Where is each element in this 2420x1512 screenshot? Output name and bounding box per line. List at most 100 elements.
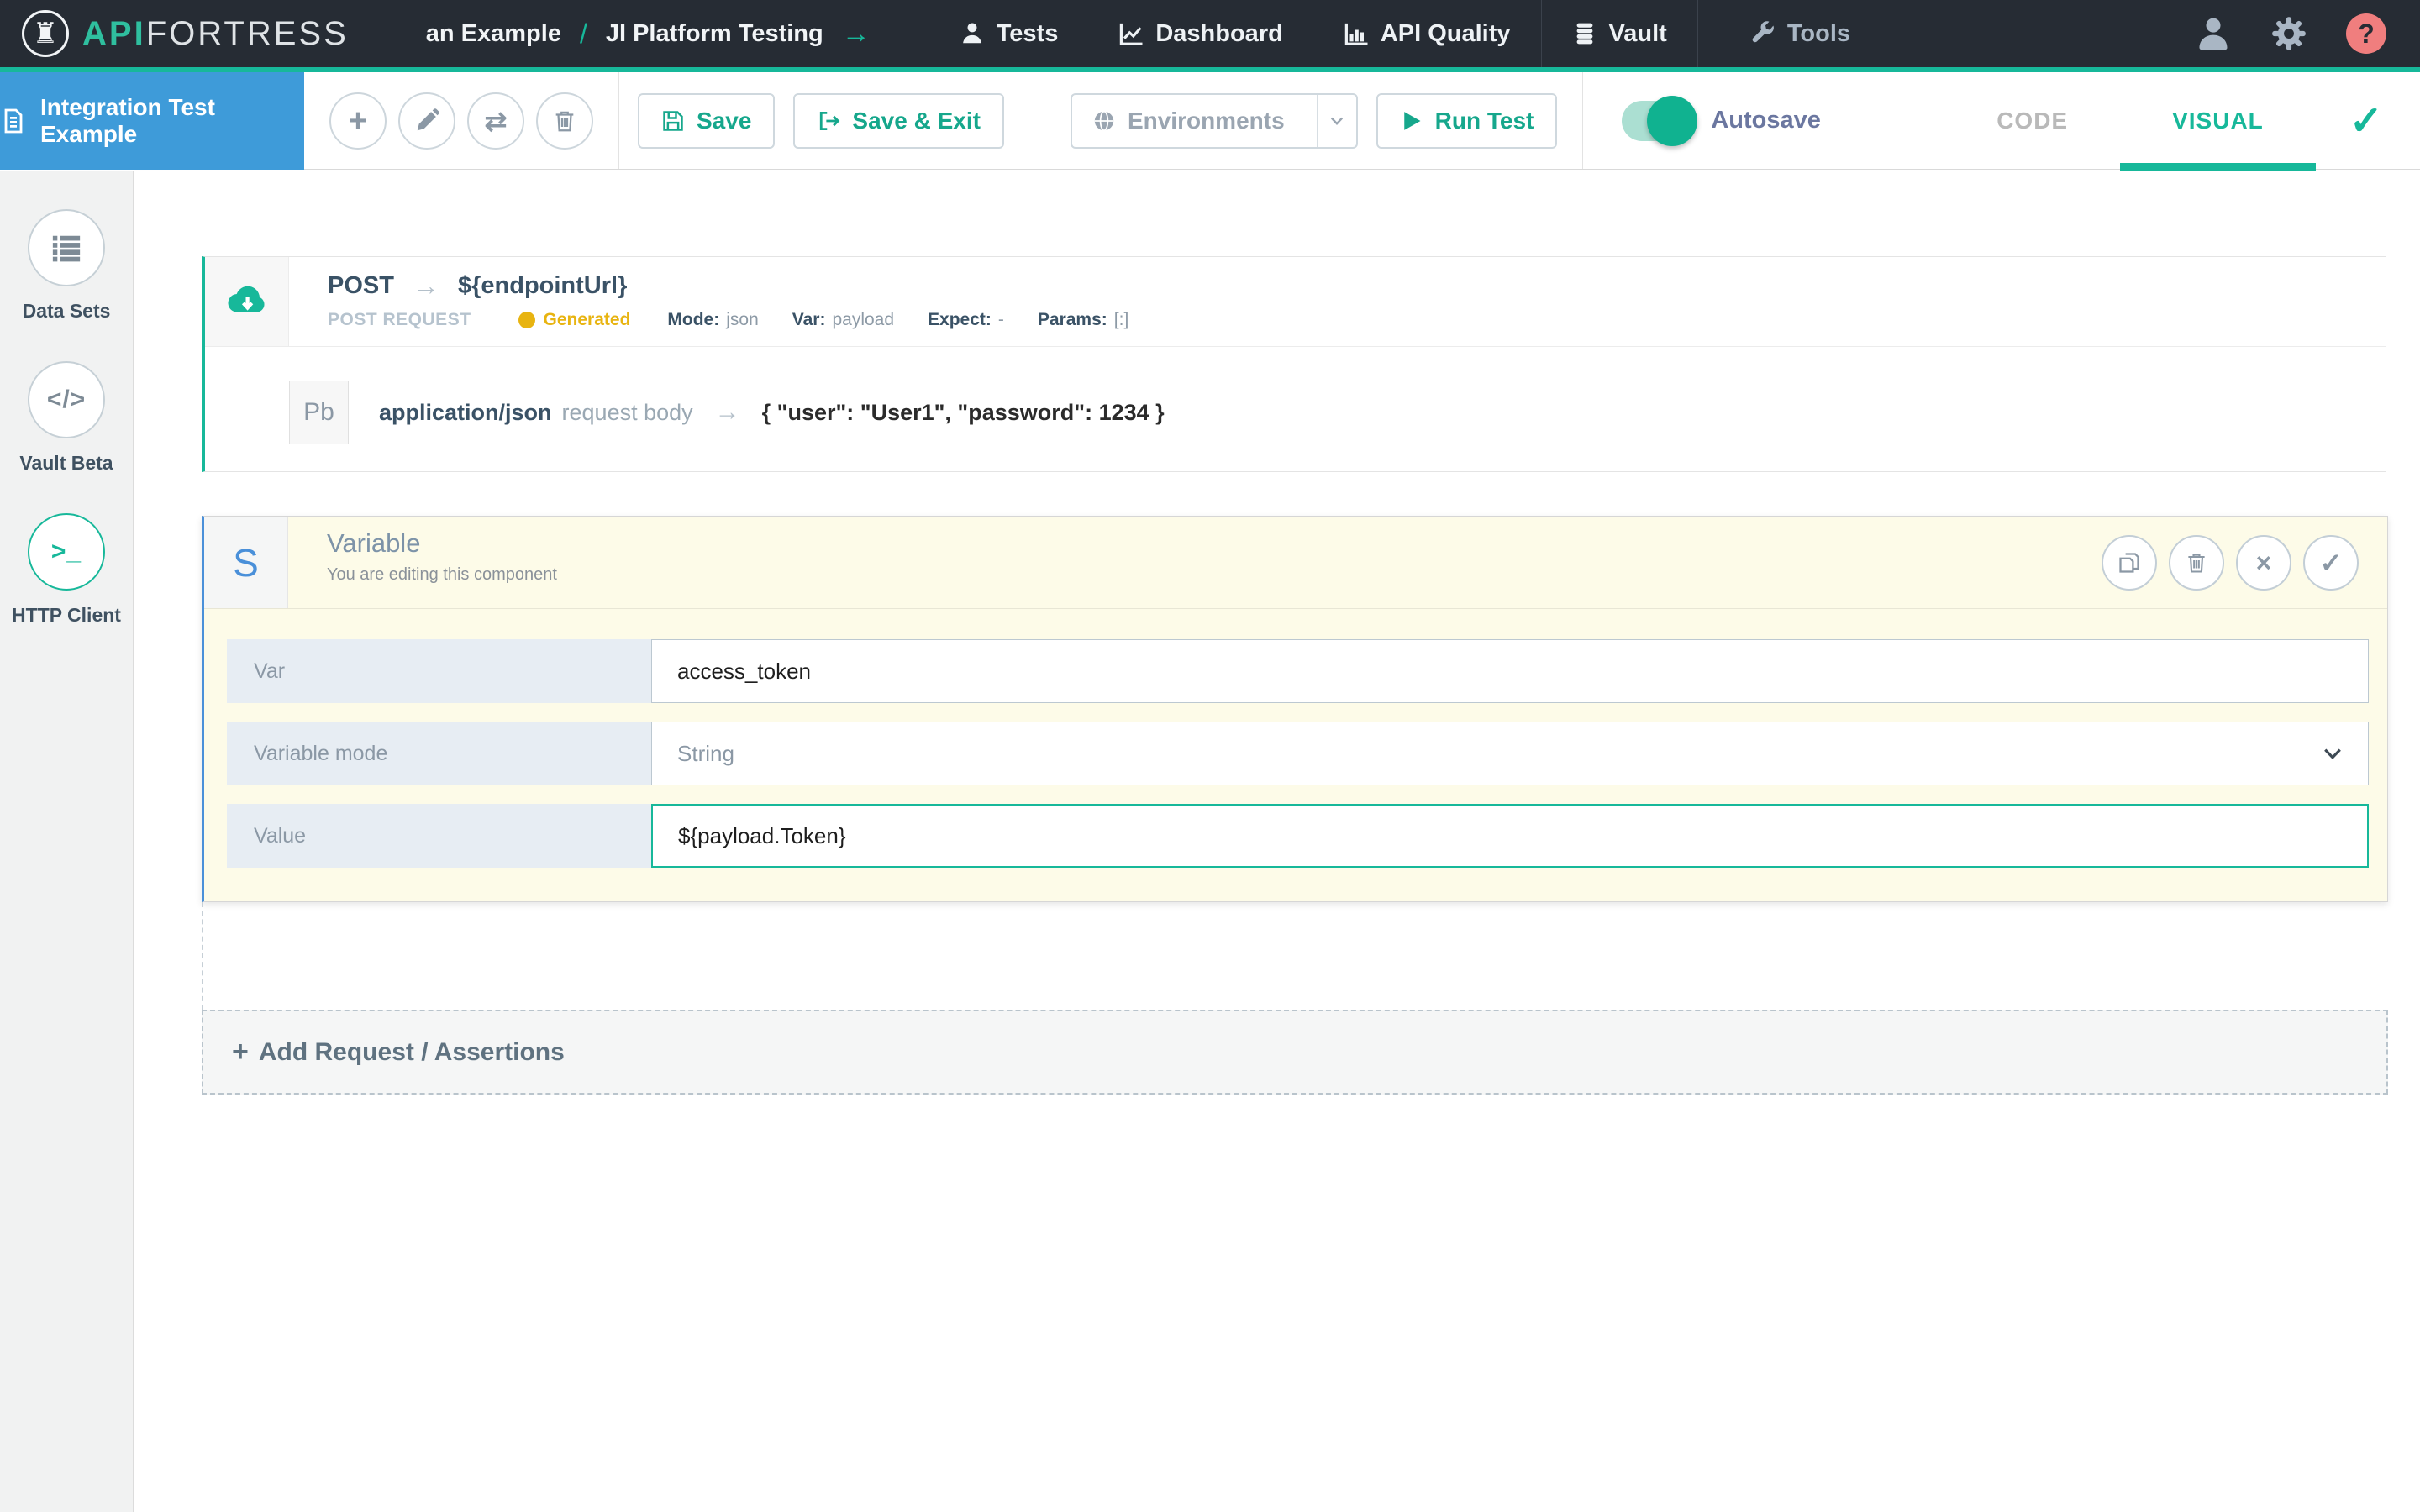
autosave-toggle[interactable] [1622, 101, 1694, 141]
test-tab[interactable]: Integration Test Example [0, 72, 304, 170]
add-request-assertions-button[interactable]: + Add Request / Assertions [202, 1010, 2388, 1095]
view-mode-tabs: CODE VISUAL [1944, 72, 2316, 170]
floppy-icon [661, 109, 685, 133]
duplicate-button[interactable] [2102, 535, 2157, 591]
help-icon[interactable]: ? [2346, 13, 2386, 54]
arrow-right-icon: → [413, 270, 439, 302]
globe-icon [1092, 109, 1116, 133]
play-icon [1400, 109, 1423, 133]
add-request-label: Add Request / Assertions [259, 1038, 565, 1067]
post-component-header: POST → ${endpointUrl} POST REQUEST Gener… [205, 257, 2386, 347]
breadcrumb-test-name[interactable]: JI Platform Testing [606, 20, 823, 48]
trash-icon [2185, 551, 2208, 575]
test-tab-label: Integration Test Example [40, 94, 304, 148]
field-label: Variable mode [227, 722, 651, 785]
sidebar-item-http-client[interactable]: >_ HTTP Client [12, 513, 121, 627]
exit-icon [817, 109, 840, 133]
plus-icon: + [349, 105, 367, 137]
toolbar-divider [1582, 72, 1583, 169]
add-component-button[interactable]: + [329, 92, 387, 150]
request-body-row[interactable]: Pb application/json request body → { "us… [289, 381, 2370, 444]
field-label: Value [227, 804, 651, 868]
cloud-download-icon [205, 257, 289, 346]
delete-test-button[interactable] [536, 92, 593, 150]
nav-label: Dashboard [1155, 20, 1282, 48]
tab-code[interactable]: CODE [1944, 72, 2120, 170]
nav-tools[interactable]: Tools [1720, 0, 1881, 67]
arrow-right-icon: → [715, 398, 740, 427]
copy-icon [2118, 551, 2141, 575]
app-logo[interactable]: ♜ APIFORTRESS [0, 10, 349, 57]
nav-dashboard[interactable]: Dashboard [1088, 0, 1313, 67]
user-icon [960, 21, 985, 46]
component-type-label: POST REQUEST [328, 310, 471, 330]
pencil-icon [414, 108, 439, 134]
value-input[interactable]: ${payload.Token} [651, 804, 2369, 868]
variable-fields: Var access_token Variable mode String Va… [204, 609, 2387, 901]
account-icon[interactable] [2195, 15, 2232, 52]
toggle-knob [1647, 96, 1697, 146]
sidebar-label: Vault Beta [19, 452, 113, 475]
meta-mode: Mode:json [667, 310, 758, 330]
save-button[interactable]: Save [638, 93, 775, 149]
list-icon [28, 209, 105, 286]
save-exit-button[interactable]: Save & Exit [793, 93, 1004, 149]
variable-title: Variable [327, 528, 557, 559]
delete-component-button[interactable] [2169, 535, 2224, 591]
autosave-toggle-group: Autosave [1622, 101, 1821, 141]
database-icon [1572, 21, 1597, 46]
http-method: POST [328, 272, 394, 300]
settings-gear-icon[interactable] [2270, 15, 2307, 52]
environments-dropdown[interactable]: Environments [1071, 93, 1358, 149]
breadcrumb: an Example / JI Platform Testing → [426, 18, 871, 50]
sidebar-item-data-sets[interactable]: Data Sets [23, 209, 111, 323]
nav-api-quality[interactable]: API Quality [1313, 0, 1541, 67]
component-icon-buttons: + ⇄ [329, 92, 593, 150]
field-row-variable-mode: Variable mode String [227, 722, 2369, 785]
post-request-component[interactable]: POST → ${endpointUrl} POST REQUEST Gener… [202, 256, 2386, 472]
run-test-button[interactable]: Run Test [1376, 93, 1558, 149]
nav-tests[interactable]: Tests [929, 0, 1089, 67]
nav-vault[interactable]: Vault [1541, 0, 1698, 67]
reorder-button[interactable]: ⇄ [467, 92, 524, 150]
var-name-input[interactable]: access_token [651, 639, 2369, 703]
tab-visual[interactable]: VISUAL [2120, 72, 2316, 170]
field-row-value: Value ${payload.Token} [227, 804, 2369, 868]
line-chart-icon [1118, 21, 1144, 46]
brand-fortress: FORTRESS [146, 15, 349, 52]
generated-label: Generated [544, 310, 631, 330]
sidebar-item-vault-beta[interactable]: </> Vault Beta [19, 361, 113, 475]
swap-arrows-icon: ⇄ [485, 108, 508, 134]
close-icon: × [2256, 549, 2272, 576]
post-title-block: POST → ${endpointUrl} POST REQUEST Gener… [289, 257, 1162, 346]
top-navigation-bar: ♜ APIFORTRESS an Example / JI Platform T… [0, 0, 2420, 72]
cancel-edit-button[interactable]: × [2236, 535, 2291, 591]
field-label: Var [227, 639, 651, 703]
variable-action-buttons: × ✓ [2102, 517, 2387, 608]
post-component-body: Pb application/json request body → { "us… [205, 347, 2386, 471]
meta-params: Params:[:] [1038, 310, 1128, 330]
meta-expect: Expect:- [928, 310, 1004, 330]
breadcrumb-separator: / [580, 18, 587, 50]
terminal-glyph: >_ [51, 538, 82, 566]
selected-option: String [677, 741, 734, 767]
confirm-check-icon[interactable]: ✓ [2349, 97, 2383, 144]
code-icon: </> [28, 361, 105, 438]
confirm-edit-button[interactable]: ✓ [2303, 535, 2359, 591]
breadcrumb-project[interactable]: an Example [426, 20, 561, 48]
content-type: application/json [379, 400, 552, 426]
meta-var: Var:payload [792, 310, 894, 330]
yellow-dot-icon [518, 312, 535, 328]
brand-api: API [82, 15, 146, 52]
plus-icon: + [232, 1036, 249, 1068]
sidebar-label: HTTP Client [12, 604, 121, 627]
toolbar-divider [618, 72, 619, 169]
edit-button[interactable] [398, 92, 455, 150]
document-icon [0, 108, 27, 134]
terminal-icon: >_ [28, 513, 105, 591]
request-body-content: application/json request body → { "user"… [349, 381, 1165, 444]
brand-name: APIFORTRESS [82, 15, 349, 53]
chevron-down-icon[interactable] [1317, 95, 1356, 147]
endpoint-url: ${endpointUrl} [458, 272, 627, 300]
variable-mode-select[interactable]: String [651, 722, 2369, 785]
